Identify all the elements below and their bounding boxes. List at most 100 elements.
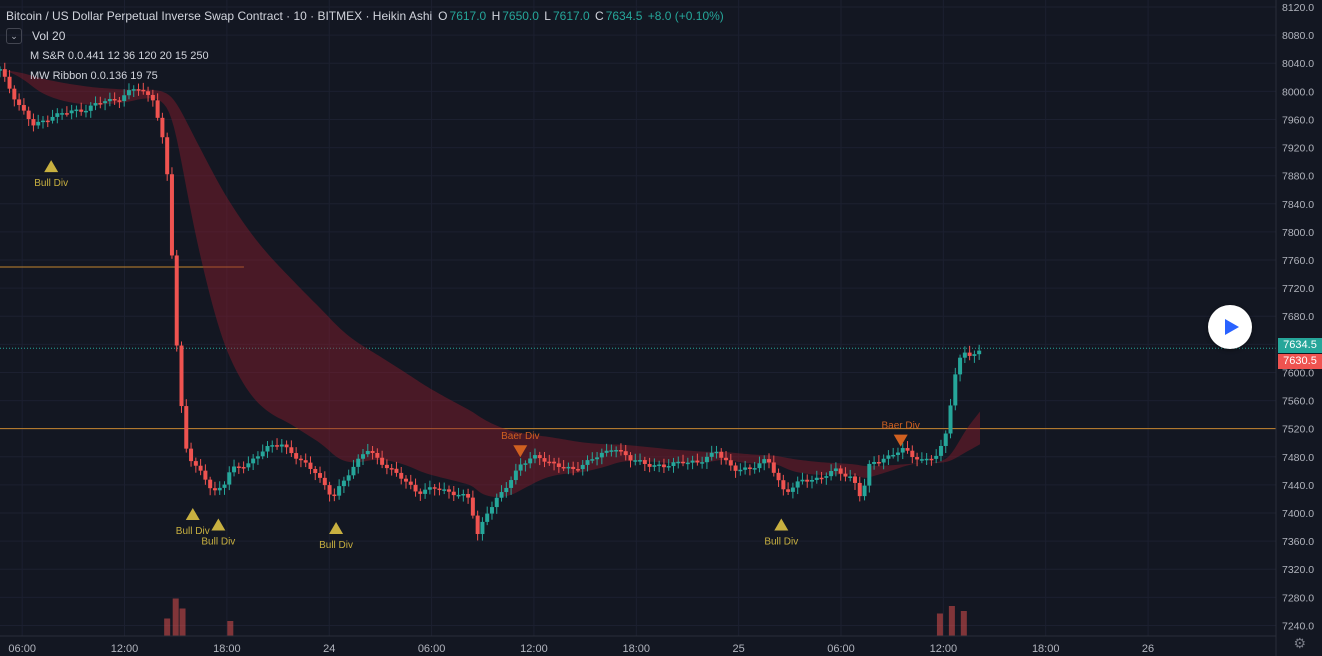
candle-body <box>738 469 743 472</box>
candle-body <box>513 470 518 481</box>
candle-body <box>685 462 690 465</box>
candle-body <box>652 465 657 467</box>
candle-body <box>719 451 724 458</box>
indicator-mw-ribbon[interactable]: MW Ribbon 0.0.136 19 75 <box>30 66 158 86</box>
candle-body <box>938 445 943 456</box>
candle-body <box>351 466 356 476</box>
candle-body <box>781 480 786 490</box>
candle-body <box>509 480 514 488</box>
candle-body <box>776 472 781 481</box>
bull-div-label: Bull Div <box>319 540 353 551</box>
candle-body <box>88 105 93 111</box>
candle-body <box>126 90 131 96</box>
candle-body <box>838 468 843 474</box>
bull-div-label: Bull Div <box>201 537 235 548</box>
candle-body <box>633 460 638 462</box>
candle-body <box>494 497 499 508</box>
time-tick-label: 25 <box>733 643 745 655</box>
gear-icon[interactable]: ⚙ <box>1293 635 1306 652</box>
candle-body <box>446 489 451 492</box>
candle-body <box>709 452 714 457</box>
candle-body <box>934 455 939 459</box>
price-tick-label: 7960.0 <box>1282 114 1314 126</box>
candle-body <box>552 461 557 464</box>
candle-body <box>805 479 810 482</box>
support-resistance-lines <box>0 266 1276 430</box>
candle-body <box>298 458 303 461</box>
volume-bar <box>936 613 943 636</box>
price-axis-bg <box>1276 0 1322 656</box>
candle-body <box>255 456 260 459</box>
candle-body <box>714 451 719 454</box>
candle-body <box>12 88 17 100</box>
baer-div-marker <box>893 434 908 447</box>
candle-body <box>628 455 633 461</box>
candle-body <box>456 494 461 497</box>
candle-body <box>590 459 595 461</box>
candle-body <box>198 465 203 471</box>
candle-body <box>31 119 36 126</box>
change-value: +8.0 (+0.10%) <box>647 9 724 23</box>
candle-body <box>647 463 652 467</box>
candle-body <box>800 479 805 482</box>
candle-body <box>17 99 22 106</box>
candle-body <box>294 453 299 459</box>
candle-body <box>599 452 604 458</box>
candle-body <box>953 374 958 406</box>
candle-body <box>752 468 757 470</box>
volume-bar <box>960 611 967 636</box>
bull-div-marker <box>329 522 344 535</box>
time-tick-label: 12:00 <box>930 643 958 655</box>
indicator-vol[interactable]: Vol 20 <box>32 26 65 46</box>
candle-body <box>189 448 194 462</box>
candle-body <box>413 484 418 492</box>
volume-bar <box>948 606 955 636</box>
candle-body <box>217 487 222 491</box>
candle-body <box>929 458 934 461</box>
candle-body <box>275 445 280 447</box>
candle-body <box>107 99 112 102</box>
candle-body <box>724 457 729 461</box>
candle-body <box>762 459 767 464</box>
symbol-title[interactable]: Bitcoin / US Dollar Perpetual Inverse Sw… <box>6 6 432 26</box>
candle-body <box>556 463 561 467</box>
time-tick-label: 18:00 <box>213 643 241 655</box>
candle-body <box>21 105 26 111</box>
candle-body <box>623 451 628 456</box>
candle-body <box>365 450 370 455</box>
candle-body <box>489 507 494 514</box>
price-chart[interactable]: Bull DivBull DivBull Div Bull DivBaer Div… <box>0 0 1322 656</box>
candle-body <box>146 91 151 95</box>
candle-body <box>972 354 977 356</box>
time-tick-label: 24 <box>323 643 335 655</box>
candle-body <box>604 450 609 453</box>
candle-body <box>595 457 600 460</box>
candle-body <box>537 455 542 459</box>
candle-body <box>322 477 327 486</box>
volume-bar <box>164 618 171 636</box>
chevron-down-icon[interactable]: ⌄ <box>6 28 22 44</box>
candle-body <box>528 458 533 464</box>
candle-body <box>212 488 217 491</box>
candle-body <box>341 480 346 487</box>
candle-body <box>919 459 924 461</box>
candle-body <box>609 450 614 452</box>
candle-body <box>943 433 948 446</box>
candle-body <box>924 458 929 461</box>
candle-body <box>690 460 695 463</box>
candle-body <box>523 463 528 465</box>
bull-div-marker <box>44 160 59 173</box>
play-button[interactable] <box>1208 305 1252 349</box>
indicator-msr[interactable]: M S&R 0.0.441 12 36 120 20 15 250 <box>30 46 209 66</box>
time-tick-label: 18:00 <box>623 643 651 655</box>
candle-body <box>872 462 877 464</box>
bull-div-marker <box>185 507 200 520</box>
candle-body <box>203 470 208 480</box>
price-tick-label: 7320.0 <box>1282 564 1314 576</box>
time-tick-label: 18:00 <box>1032 643 1060 655</box>
candle-body <box>193 461 198 466</box>
candle-body <box>289 447 294 454</box>
candle-body <box>700 462 705 464</box>
candle-body <box>504 487 509 493</box>
price-tick-label: 8080.0 <box>1282 30 1314 42</box>
